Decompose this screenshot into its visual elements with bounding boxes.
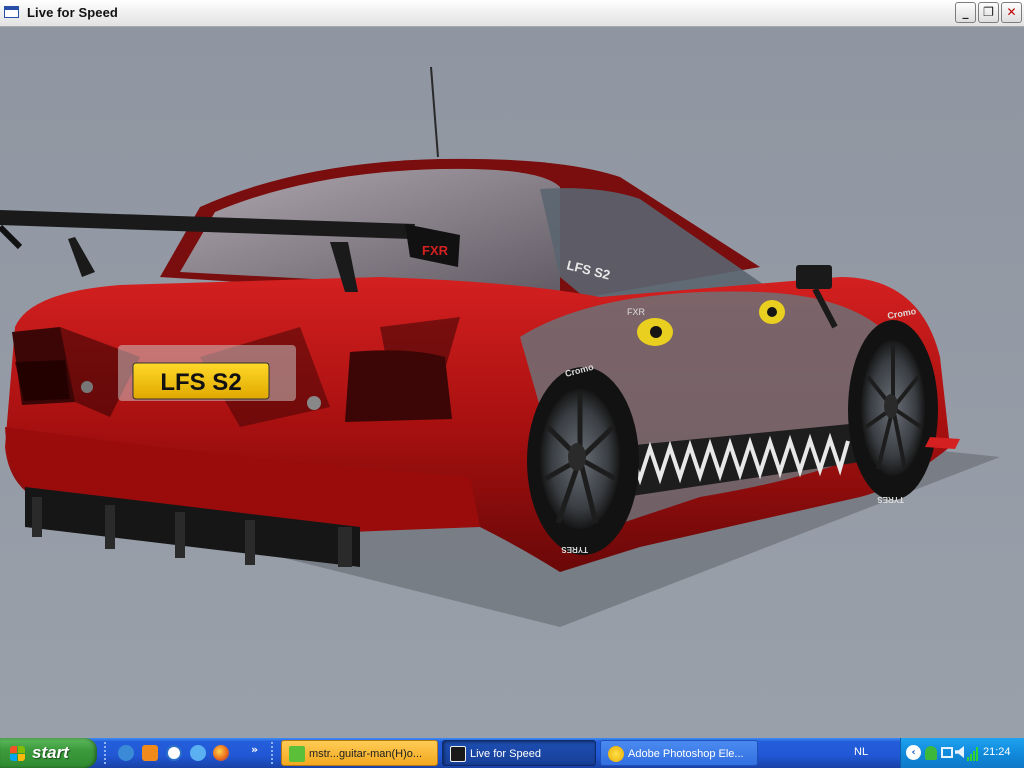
photoshop-elements-icon — [608, 746, 624, 762]
volume-tray-icon[interactable] — [955, 746, 964, 758]
maximize-button[interactable]: ❐ — [978, 2, 999, 23]
window-title-bar[interactable]: Live for Speed _ ❐ ✕ — [0, 0, 1024, 27]
start-label: start — [32, 743, 69, 762]
windows-logo-icon — [10, 746, 25, 761]
messenger-icon[interactable] — [190, 745, 206, 761]
minimize-button[interactable]: _ — [955, 2, 976, 23]
taskbar: start » mstr...guitar-man(H)o... Live fo… — [0, 738, 1024, 768]
start-button[interactable]: start — [0, 738, 97, 768]
lfs-icon — [450, 746, 466, 762]
quick-launch-overflow[interactable]: » — [251, 743, 258, 756]
close-button[interactable]: ✕ — [1001, 2, 1022, 23]
chevron-left-icon[interactable]: ‹ — [906, 745, 921, 760]
wing-logo: FXR — [422, 243, 449, 258]
task-photoshop-elements[interactable]: Adobe Photoshop Ele... — [600, 740, 758, 766]
car-render: LFS S2 FXR FXR LFS S2 Cromo TYRES Cromo … — [0, 27, 1024, 738]
task-label: Live for Speed — [470, 748, 541, 760]
messenger-tray-icon[interactable] — [925, 746, 937, 760]
task-messenger-chat[interactable]: mstr...guitar-man(H)o... — [281, 740, 438, 766]
app-window-icon[interactable] — [4, 6, 19, 18]
firefox-icon[interactable] — [213, 745, 229, 761]
plate-text: LFS S2 — [160, 369, 241, 396]
tyre-sidewall-rear: TYRES — [561, 545, 588, 554]
game-viewport[interactable]: LFS S2 FXR FXR LFS S2 Cromo TYRES Cromo … — [0, 27, 1024, 738]
window-title: Live for Speed — [27, 5, 118, 20]
signal-tray-icon[interactable] — [967, 745, 979, 761]
toolbar-grip[interactable] — [104, 742, 109, 764]
tyre-sidewall-front: TYRES — [877, 495, 904, 504]
alarm-icon[interactable] — [142, 745, 158, 761]
messenger-chat-icon — [289, 746, 305, 762]
language-indicator[interactable]: NL — [854, 746, 868, 758]
system-tray: ‹ 21:24 — [900, 738, 1024, 768]
taskbar-grip[interactable] — [271, 742, 276, 764]
clock[interactable]: 21:24 — [983, 746, 1011, 758]
task-live-for-speed[interactable]: Live for Speed — [442, 740, 596, 766]
media-player-icon[interactable] — [166, 745, 182, 761]
side-decal: FXR — [627, 307, 646, 317]
task-label: mstr...guitar-man(H)o... — [309, 748, 423, 760]
ie-icon[interactable] — [118, 745, 134, 761]
network-tray-icon[interactable] — [941, 747, 953, 758]
task-label: Adobe Photoshop Ele... — [628, 748, 744, 760]
